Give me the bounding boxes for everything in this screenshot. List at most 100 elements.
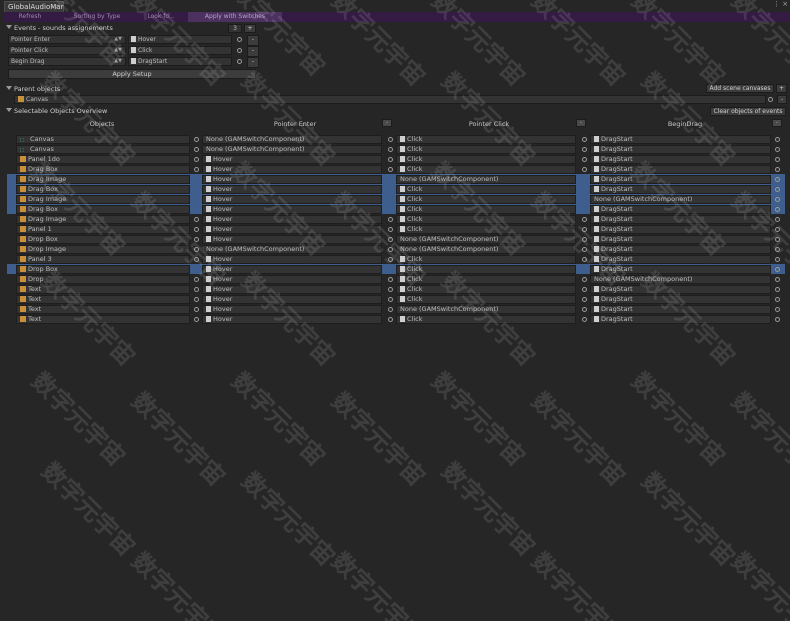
drag-sound-field[interactable]: DragStart — [590, 145, 771, 154]
object-picker-icon[interactable] — [582, 287, 587, 292]
drag-sound-field[interactable]: DragStart — [590, 255, 771, 264]
object-picker-icon[interactable] — [582, 307, 587, 312]
object-picker-icon[interactable] — [775, 147, 780, 152]
click-sound-field[interactable]: Click — [396, 205, 576, 214]
enter-sound-field[interactable]: None (GAMSwitchComponent) — [202, 245, 382, 254]
object-field[interactable]: Text — [16, 285, 190, 294]
object-picker-icon[interactable] — [194, 277, 199, 282]
click-sound-field[interactable]: Click — [396, 275, 576, 284]
object-picker-icon[interactable] — [582, 147, 587, 152]
object-picker-icon[interactable] — [775, 217, 780, 222]
enter-sound-field[interactable]: Hover — [202, 215, 382, 224]
drag-sound-field[interactable]: DragStart — [590, 225, 771, 234]
object-picker-icon[interactable] — [775, 177, 780, 182]
drag-sound-field[interactable]: DragStart — [590, 205, 771, 214]
object-picker-icon[interactable] — [388, 157, 393, 162]
drag-sound-field[interactable]: None (GAMSwitchComponent) — [590, 275, 771, 284]
object-picker-icon[interactable] — [582, 137, 587, 142]
object-picker-icon[interactable] — [388, 277, 393, 282]
enter-sound-field[interactable]: Hover — [202, 275, 382, 284]
object-field[interactable]: Drop Box — [16, 235, 190, 244]
object-picker-icon[interactable] — [775, 287, 780, 292]
object-picker-icon[interactable] — [582, 247, 587, 252]
object-picker-icon[interactable] — [582, 277, 587, 282]
drag-sound-field[interactable]: DragStart — [590, 185, 771, 194]
object-picker-icon[interactable] — [388, 287, 393, 292]
object-field[interactable]: ∷ Canvas — [16, 145, 190, 154]
object-picker-icon[interactable] — [582, 227, 587, 232]
object-picker-icon[interactable] — [775, 167, 780, 172]
drag-sound-field[interactable]: DragStart — [590, 165, 771, 174]
click-sound-field[interactable]: Click — [396, 255, 576, 264]
drag-sound-field[interactable]: DragStart — [590, 305, 771, 314]
drag-sound-field[interactable]: DragStart — [590, 155, 771, 164]
object-picker-icon[interactable] — [775, 187, 780, 192]
object-picker-icon[interactable] — [582, 257, 587, 262]
object-picker-icon[interactable] — [194, 287, 199, 292]
object-picker-icon[interactable] — [388, 257, 393, 262]
drag-sound-field[interactable]: DragStart — [590, 265, 771, 274]
object-field[interactable]: Panel 3 — [16, 255, 190, 264]
drag-sound-field[interactable]: DragStart — [590, 235, 771, 244]
drag-sound-field[interactable]: DragStart — [590, 175, 771, 184]
drag-sound-field[interactable]: DragStart — [590, 215, 771, 224]
object-field[interactable]: Drag Box — [16, 185, 190, 194]
object-picker-icon[interactable] — [194, 307, 199, 312]
object-picker-icon[interactable] — [775, 257, 780, 262]
object-field[interactable]: ∷ Canvas — [16, 135, 190, 144]
object-picker-icon[interactable] — [582, 167, 587, 172]
object-picker-icon[interactable] — [194, 217, 199, 222]
object-field[interactable]: Panel 1 — [16, 225, 190, 234]
enter-sound-field[interactable]: Hover — [202, 235, 382, 244]
click-sound-field[interactable]: Click — [396, 215, 576, 224]
object-picker-icon[interactable] — [775, 267, 780, 272]
object-picker-icon[interactable] — [775, 137, 780, 142]
object-picker-icon[interactable] — [775, 157, 780, 162]
object-picker-icon[interactable] — [775, 297, 780, 302]
click-sound-field[interactable]: Click — [396, 195, 576, 204]
object-picker-icon[interactable] — [388, 167, 393, 172]
object-picker-icon[interactable] — [388, 247, 393, 252]
drag-sound-field[interactable]: DragStart — [590, 295, 771, 304]
click-sound-field[interactable]: None (GAMSwitchComponent) — [396, 305, 576, 314]
object-picker-icon[interactable] — [388, 217, 393, 222]
enter-sound-field[interactable]: Hover — [202, 195, 382, 204]
object-picker-icon[interactable] — [194, 147, 199, 152]
object-field[interactable]: Panel 1do — [16, 155, 190, 164]
object-picker-icon[interactable] — [194, 297, 199, 302]
object-picker-icon[interactable] — [582, 157, 587, 162]
click-sound-field[interactable]: Click — [396, 285, 576, 294]
click-sound-field[interactable]: Click — [396, 165, 576, 174]
object-picker-icon[interactable] — [775, 247, 780, 252]
object-field[interactable]: Text — [16, 315, 190, 324]
click-sound-field[interactable]: Click — [396, 225, 576, 234]
object-field[interactable]: Drop — [16, 275, 190, 284]
object-picker-icon[interactable] — [194, 227, 199, 232]
object-picker-icon[interactable] — [194, 167, 199, 172]
object-picker-icon[interactable] — [388, 317, 393, 322]
object-picker-icon[interactable] — [388, 227, 393, 232]
drag-sound-field[interactable]: DragStart — [590, 285, 771, 294]
click-sound-field[interactable]: Click — [396, 155, 576, 164]
enter-sound-field[interactable]: Hover — [202, 185, 382, 194]
object-field[interactable]: Text — [16, 295, 190, 304]
click-sound-field[interactable]: Click — [396, 135, 576, 144]
drag-sound-field[interactable]: None (GAMSwitchComponent) — [590, 195, 771, 204]
object-picker-icon[interactable] — [775, 317, 780, 322]
object-field[interactable]: Drag Box — [16, 165, 190, 174]
object-field[interactable]: Drop Box — [16, 265, 190, 274]
object-picker-icon[interactable] — [775, 207, 780, 212]
enter-sound-field[interactable]: None (GAMSwitchComponent) — [202, 145, 382, 154]
object-picker-icon[interactable] — [582, 297, 587, 302]
object-picker-icon[interactable] — [775, 197, 780, 202]
object-picker-icon[interactable] — [388, 137, 393, 142]
enter-sound-field[interactable]: Hover — [202, 155, 382, 164]
object-picker-icon[interactable] — [775, 307, 780, 312]
object-picker-icon[interactable] — [388, 147, 393, 152]
object-field[interactable]: Drop Image — [16, 245, 190, 254]
click-sound-field[interactable]: Click — [396, 315, 576, 324]
enter-sound-field[interactable]: None (GAMSwitchComponent) — [202, 135, 382, 144]
object-picker-icon[interactable] — [388, 297, 393, 302]
enter-sound-field[interactable]: Hover — [202, 255, 382, 264]
click-sound-field[interactable]: None (GAMSwitchComponent) — [396, 245, 576, 254]
